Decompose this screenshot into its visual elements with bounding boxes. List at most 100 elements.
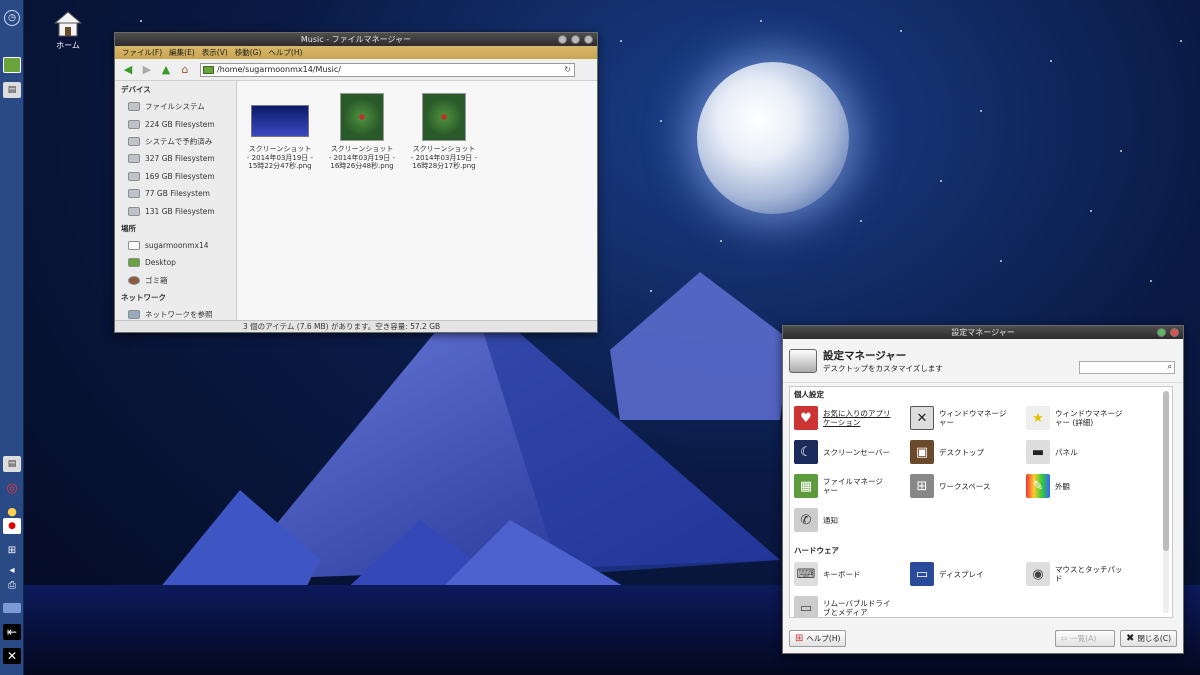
sidebar-item-label: 169 GB Filesystem — [145, 171, 215, 181]
network-icon[interactable]: ⊞ — [3, 542, 21, 558]
file-name-line: - 2014年03月19日 - — [246, 153, 314, 162]
menu-file[interactable]: ファイル(F) — [122, 46, 162, 59]
settings-item-favorite-apps[interactable]: ♥ お気に入りのアプリ ケーション — [794, 403, 906, 433]
close-button[interactable] — [1170, 328, 1179, 337]
settings-window-title: 設定マネージャー — [951, 328, 1015, 337]
close-button[interactable] — [584, 35, 593, 44]
star-icon: ★ — [1026, 406, 1050, 430]
help-icon: ⊞ — [795, 632, 804, 644]
sidebar-item-169gb[interactable]: 169 GB Filesystem — [115, 168, 236, 185]
minimize-button[interactable] — [558, 35, 567, 44]
help-button[interactable]: ⊞ ヘルプ(H) — [789, 629, 847, 647]
sidebar-item-77gb[interactable]: 77 GB Filesystem — [115, 185, 236, 202]
drive-icon[interactable]: ▤ — [3, 82, 21, 98]
sidebar-item-label: 77 GB Filesystem — [145, 189, 210, 199]
close-settings-button[interactable]: ✖ 閉じる(C) — [1120, 629, 1177, 647]
sidebar-item-131gb[interactable]: 131 GB Filesystem — [115, 202, 236, 219]
settings-item-notifications[interactable]: ✆ 通知 — [794, 505, 906, 535]
sidebar-item-label: 327 GB Filesystem — [145, 154, 215, 164]
sidebar-item-trash[interactable]: ゴミ箱 — [115, 272, 236, 289]
home-icon[interactable]: ⌂ — [178, 63, 192, 77]
xfce-menu-icon[interactable]: ✕ — [3, 648, 21, 664]
settings-search-input[interactable]: ⌕ — [1079, 361, 1175, 374]
file-item[interactable]: スクリーンショット - 2014年03月19日 - 16時28分17秒.png — [404, 93, 484, 171]
close-button-label: 閉じる(C) — [1137, 633, 1171, 643]
sidebar-item-327gb[interactable]: 327 GB Filesystem — [115, 150, 236, 167]
menu-go[interactable]: 移動(G) — [235, 46, 262, 59]
workspace-switcher-icon[interactable] — [3, 603, 21, 613]
settings-item-display[interactable]: ▭ ディスプレイ — [910, 559, 1022, 589]
file-item[interactable]: スクリーンショット - 2014年03月19日 - 16時26分48秒.png — [322, 93, 402, 171]
settings-list: 個人設定 ♥ お気に入りのアプリ ケーション ✕ ウィンドウマネージ ャー ★ ウィ… — [789, 386, 1173, 618]
all-button-label: 一覧(A) — [1070, 633, 1097, 643]
drive-icon-2[interactable]: ▤ — [3, 456, 21, 472]
scrollbar[interactable] — [1163, 391, 1169, 613]
file-view: スクリーンショット - 2014年03月19日 - 15時22分47秒.png … — [238, 81, 597, 320]
sidebar-item-home[interactable]: sugarmoonmx14 — [115, 237, 236, 254]
settings-item-screensaver[interactable]: ☾ スクリーンセーバー — [794, 437, 906, 467]
item-label: ウィンドウマネージ — [1055, 409, 1123, 418]
panel-icon: ▬ — [1026, 440, 1050, 464]
settings-item-appearance[interactable]: ✎ 外観 — [1026, 471, 1138, 501]
screenshot-thumbnail — [340, 93, 384, 141]
display-icon: ▭ — [910, 562, 934, 586]
settings-heading: 設定マネージャー — [823, 349, 907, 362]
up-arrow-icon[interactable]: ▲ — [159, 63, 173, 77]
settings-item-desktop[interactable]: ▣ デスクトップ — [910, 437, 1022, 467]
back-arrow-icon[interactable]: ◀ — [121, 63, 135, 77]
file-item[interactable]: スクリーンショット - 2014年03月19日 - 15時22分47秒.png — [240, 101, 320, 171]
notifications-icon: ✆ — [794, 508, 818, 532]
item-label: リムーバブルドライ — [823, 599, 891, 608]
settings-footer: ⊞ ヘルプ(H) ⇦ 一覧(A) ✖ 閉じる(C) — [783, 623, 1183, 653]
menu-view[interactable]: 表示(V) — [202, 46, 228, 59]
settings-item-removable-drives[interactable]: ▭ リムーバブルドライ ブとメディア — [794, 593, 906, 617]
volume-icon[interactable]: ◂ — [3, 562, 21, 578]
sidebar: デバイス ファイルシステム 224 GB Filesystem システムで予約済… — [115, 81, 237, 320]
location-bar[interactable]: /home/sugarmoonmx14/Music/ ↻ — [200, 62, 575, 77]
settings-item-keyboard[interactable]: ⌨ キーボード — [794, 559, 906, 589]
clock-icon[interactable]: ◷ — [4, 10, 20, 26]
reload-icon[interactable]: ↻ — [564, 64, 571, 76]
printer-icon[interactable]: ⎙ — [3, 577, 21, 593]
lifebuoy-icon[interactable]: ◎ — [3, 480, 21, 496]
folder-icon — [203, 65, 214, 74]
sidebar-item-label: ファイルシステム — [145, 102, 205, 112]
file-manager-title: Music - ファイルマネージャー — [300, 35, 412, 44]
settings-manager-window: 設定マネージャー 設定マネージャー デスクトップをカスタマイズします ⌕ 個人設… — [782, 325, 1184, 654]
logout-icon[interactable]: ⇤ — [3, 624, 21, 640]
settings-item-window-manager[interactable]: ✕ ウィンドウマネージ ャー — [910, 403, 1022, 433]
desktop-thumbnail-icon[interactable] — [3, 57, 21, 73]
menu-help[interactable]: ヘルプ(H) — [268, 46, 302, 59]
settings-item-file-manager[interactable]: ▦ ファイルマネージ ャー — [794, 471, 906, 501]
settings-item-window-manager-tweaks[interactable]: ★ ウィンドウマネージ ャー (詳細) — [1026, 403, 1138, 433]
settings-titlebar[interactable]: 設定マネージャー — [783, 326, 1183, 339]
home-desktop-icon[interactable]: ホーム — [50, 10, 86, 51]
section-hardware: ハードウェア — [794, 546, 839, 555]
settings-item-mouse[interactable]: ◉ マウスとタッチパッド — [1026, 559, 1138, 589]
maximize-button[interactable] — [1157, 328, 1166, 337]
status-bar: 3 個のアイテム (7.6 MB) があります。空き容量: 57.2 GB — [115, 320, 597, 332]
file-name-line: 16時26分48秒.png — [330, 162, 394, 170]
item-label: ファイルマネージ — [823, 477, 883, 486]
maximize-button[interactable] — [571, 35, 580, 44]
settings-item-panel[interactable]: ▬ パネル — [1026, 437, 1138, 467]
drive-icon — [128, 206, 140, 216]
settings-item-workspaces[interactable]: ⊞ ワークスペース — [910, 471, 1022, 501]
sidebar-item-224gb[interactable]: 224 GB Filesystem — [115, 115, 236, 132]
menu-edit[interactable]: 編集(E) — [169, 46, 195, 59]
all-settings-button[interactable]: ⇦ 一覧(A) — [1055, 629, 1116, 647]
item-label: パネル — [1055, 447, 1078, 457]
sidebar-item-desktop[interactable]: Desktop — [115, 254, 236, 271]
file-manager-titlebar[interactable]: Music - ファイルマネージャー — [115, 33, 597, 46]
tray-icon[interactable]: ● — [3, 503, 21, 519]
network-header: ネットワーク — [121, 292, 166, 302]
japan-flag-icon[interactable]: ● — [3, 518, 21, 534]
scrollbar-thumb[interactable] — [1163, 391, 1169, 551]
sidebar-item-reserved[interactable]: システムで予約済み — [115, 133, 236, 150]
workspaces-icon: ⊞ — [910, 474, 934, 498]
sidebar-item-label: 224 GB Filesystem — [145, 119, 215, 129]
sidebar-item-filesystem[interactable]: ファイルシステム — [115, 98, 236, 115]
item-label: ド — [1055, 574, 1063, 583]
sidebar-item-label: システムで予約済み — [145, 136, 213, 146]
forward-arrow-icon[interactable]: ▶ — [140, 63, 154, 77]
